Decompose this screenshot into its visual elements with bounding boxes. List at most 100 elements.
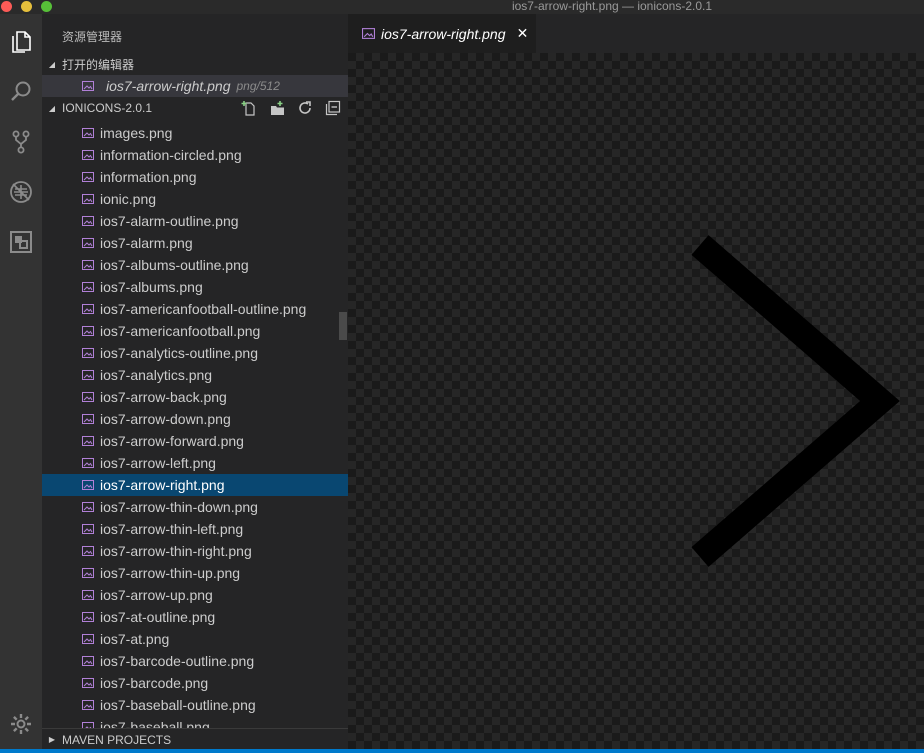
window-title: ios7-arrow-right.png — ionicons-2.0.1 [511,0,713,13]
new-file-icon[interactable] [240,100,258,116]
tab-ios7-arrow-right[interactable]: ios7-arrow-right.png ✕ [348,14,536,53]
image-file-icon [82,304,94,314]
image-file-icon [82,260,94,270]
file-tree-item[interactable]: ios7-arrow-thin-down.png [42,496,348,518]
image-file-icon [82,436,94,446]
title-bar: ios7-arrow-right.png — ionicons-2.0.1 [0,0,924,14]
file-name: ios7-barcode-outline.png [100,653,255,669]
image-file-icon [82,238,94,248]
file-name: ios7-arrow-left.png [100,455,216,471]
file-tree-item[interactable]: ios7-arrow-thin-left.png [42,518,348,540]
file-tree-item[interactable]: ios7-at.png [42,628,348,650]
file-name: information.png [100,169,197,185]
file-tree-item[interactable]: images.png [42,122,348,144]
image-file-icon [82,392,94,402]
new-folder-icon[interactable] [268,100,286,116]
expanded-triangle-icon: ◢ [48,103,56,113]
file-tree-item[interactable]: ios7-baseball.png [42,716,348,728]
image-file-icon [82,414,94,424]
file-tree-item[interactable]: information-circled.png [42,144,348,166]
image-file-icon [82,348,94,358]
file-name: ios7-at-outline.png [100,609,216,625]
file-name: ios7-barcode.png [100,675,209,691]
explorer-sidebar: 资源管理器 ◢ 打开的编辑器 ios7-arrow-right.png png/… [42,14,348,749]
sidebar-title: 资源管理器 [62,30,123,44]
refresh-icon[interactable] [296,100,314,116]
file-name: ios7-alarm-outline.png [100,213,239,229]
image-file-icon [82,678,94,688]
source-control-icon[interactable] [5,126,37,158]
status-bar [0,749,924,753]
file-tree-item[interactable]: ios7-arrow-left.png [42,452,348,474]
project-section-header[interactable]: ◢ IONICONS-2.0.1 [42,97,348,119]
file-name: ios7-arrow-up.png [100,587,213,603]
open-editor-name: ios7-arrow-right.png [106,78,231,94]
file-tree-item[interactable]: ios7-arrow-down.png [42,408,348,430]
file-tree-item[interactable]: ios7-arrow-right.png [42,474,348,496]
file-tree-item[interactable]: information.png [42,166,348,188]
file-name: ios7-at.png [100,631,170,647]
image-file-icon [82,634,94,644]
file-tree-item[interactable]: ios7-albums.png [42,276,348,298]
file-tree-item[interactable]: ios7-baseball-outline.png [42,694,348,716]
image-file-icon [82,480,94,490]
file-tree-item[interactable]: ios7-albums-outline.png [42,254,348,276]
image-file-icon [362,28,375,39]
file-name: ios7-baseball-outline.png [100,697,256,713]
file-tree-item[interactable]: ios7-arrow-back.png [42,386,348,408]
file-name: ios7-baseball.png [100,719,210,728]
settings-gear-icon[interactable] [5,708,37,740]
file-name: ios7-arrow-thin-up.png [100,565,241,581]
image-file-icon [82,502,94,512]
file-tree-item[interactable]: ios7-analytics.png [42,364,348,386]
image-file-icon [82,282,94,292]
file-name: ios7-americanfootball.png [100,323,261,339]
collapse-all-icon[interactable] [324,100,342,116]
tab-label: ios7-arrow-right.png [381,25,506,42]
file-tree-item[interactable]: ios7-americanfootball.png [42,320,348,342]
extensions-icon[interactable] [5,226,37,258]
open-editor-item[interactable]: ios7-arrow-right.png png/512 [42,75,348,97]
maven-section-header[interactable]: ▶ MAVEN PROJECTS [42,728,348,749]
image-file-icon [82,216,94,226]
file-name: images.png [100,125,173,141]
file-tree-item[interactable]: ios7-at-outline.png [42,606,348,628]
file-tree-item[interactable]: ios7-arrow-forward.png [42,430,348,452]
editor-tab-bar: ios7-arrow-right.png ✕ [348,14,924,53]
file-name: ios7-analytics-outline.png [100,345,258,361]
file-tree-item[interactable]: ios7-arrow-thin-up.png [42,562,348,584]
image-file-icon [82,150,94,160]
image-file-icon [82,172,94,182]
explorer-icon[interactable] [5,26,37,58]
open-editors-section-header[interactable]: ◢ 打开的编辑器 [42,53,348,75]
file-name: ios7-alarm.png [100,235,193,251]
debug-icon[interactable] [5,176,37,208]
file-tree-item[interactable]: ionic.png [42,188,348,210]
file-name: ios7-arrow-down.png [100,411,231,427]
sidebar-scrollbar[interactable] [339,312,347,340]
file-name: ios7-arrow-thin-left.png [100,521,244,537]
image-file-icon [82,722,94,728]
file-name: ios7-analytics.png [100,367,213,383]
search-icon[interactable] [5,76,37,108]
activity-bar [0,14,42,749]
image-preview [348,53,924,749]
tab-close-button[interactable]: ✕ [516,25,530,42]
file-name: ios7-arrow-right.png [100,477,225,493]
project-toolbar [240,100,342,116]
file-tree-item[interactable]: ios7-arrow-up.png [42,584,348,606]
file-tree-item[interactable]: ios7-alarm.png [42,232,348,254]
file-tree-item[interactable]: ios7-alarm-outline.png [42,210,348,232]
image-file-icon [82,546,94,556]
image-file-icon [82,370,94,380]
open-editor-description: png/512 [236,79,280,93]
expanded-triangle-icon: ◢ [48,59,56,69]
file-tree-item[interactable]: ios7-arrow-thin-right.png [42,540,348,562]
file-tree-item[interactable]: ios7-americanfootball-outline.png [42,298,348,320]
file-tree-item[interactable]: ios7-analytics-outline.png [42,342,348,364]
file-tree-item[interactable]: ios7-barcode.png [42,672,348,694]
file-name: ios7-arrow-thin-down.png [100,499,258,515]
file-name: ios7-arrow-forward.png [100,433,244,449]
file-name: ios7-americanfootball-outline.png [100,301,307,317]
file-tree-item[interactable]: ios7-barcode-outline.png [42,650,348,672]
